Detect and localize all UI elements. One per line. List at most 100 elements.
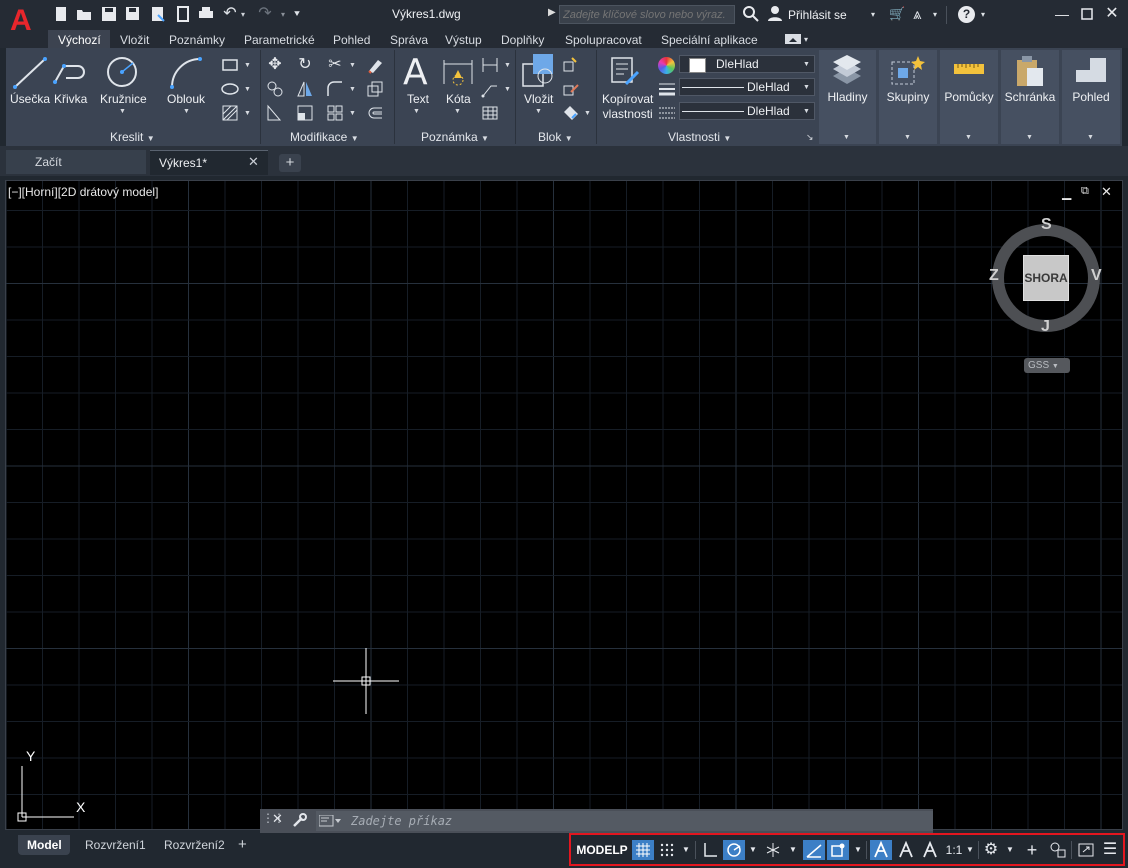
tab-parametric[interactable]: Parametrické bbox=[244, 32, 315, 48]
trim-icon[interactable]: ✂ bbox=[326, 56, 344, 74]
move-icon[interactable]: ✥ bbox=[266, 56, 284, 74]
undo-dropdown-icon[interactable]: ▾ bbox=[241, 10, 245, 19]
layout-tab-layout2[interactable]: Rozvržení2 bbox=[164, 836, 225, 854]
tab-output[interactable]: Výstup bbox=[445, 32, 482, 48]
explode-icon[interactable] bbox=[366, 80, 384, 98]
share-icon[interactable] bbox=[175, 6, 191, 22]
close-window-icon[interactable]: ✕ bbox=[1103, 5, 1121, 23]
annotation-panel-title[interactable]: Poznámka ▼ bbox=[421, 130, 489, 144]
polyline-button[interactable]: Křivka bbox=[54, 92, 87, 106]
create-block-icon[interactable] bbox=[562, 56, 580, 74]
add-layout-icon[interactable]: + bbox=[238, 836, 247, 853]
insert-block-icon[interactable] bbox=[521, 52, 557, 93]
ellipse-dropdown-icon[interactable]: ▼ bbox=[244, 86, 251, 93]
annotation-panel-expand-icon[interactable]: ▼ bbox=[481, 134, 489, 143]
line-icon[interactable] bbox=[12, 56, 48, 93]
text-button[interactable]: Text bbox=[407, 92, 429, 106]
table-icon[interactable] bbox=[481, 104, 499, 122]
block-panel-expand-icon[interactable]: ▼ bbox=[565, 134, 573, 143]
viewport-restore-icon[interactable]: ⧉ bbox=[1081, 185, 1089, 198]
file-tab-start[interactable]: Začít bbox=[6, 150, 146, 174]
circle-button[interactable]: Kružnice bbox=[100, 92, 147, 106]
circle-dropdown-icon[interactable]: ▼ bbox=[119, 108, 126, 115]
block-panel-title[interactable]: Blok ▼ bbox=[538, 130, 573, 144]
copy-icon[interactable] bbox=[266, 80, 284, 98]
view-dropdown-icon[interactable]: ▼ bbox=[1087, 134, 1094, 141]
ucs-menu[interactable]: GSS ▼ bbox=[1024, 358, 1070, 373]
hatch-dropdown-icon[interactable]: ▼ bbox=[244, 110, 251, 117]
match-properties-button[interactable]: Kopírovat vlastnosti bbox=[602, 92, 653, 122]
tab-annotate[interactable]: Poznámky bbox=[169, 32, 225, 48]
publish-icon[interactable] bbox=[150, 6, 166, 22]
save-as-icon[interactable] bbox=[125, 6, 141, 22]
array-icon[interactable] bbox=[326, 104, 344, 122]
command-line-close-icon[interactable]: ✕ bbox=[272, 811, 283, 827]
mirror-icon[interactable] bbox=[296, 80, 314, 98]
linear-dimension-icon[interactable] bbox=[481, 56, 499, 74]
ellipse-icon[interactable] bbox=[221, 80, 239, 98]
trim-dropdown-icon[interactable]: ▼ bbox=[349, 62, 356, 69]
properties-panel-title[interactable]: Vlastnosti ▼ bbox=[668, 130, 731, 144]
search-input[interactable] bbox=[559, 5, 735, 24]
signin-dropdown-icon[interactable]: ▾ bbox=[871, 10, 875, 19]
tab-insert[interactable]: Vložit bbox=[120, 32, 149, 48]
groups-button[interactable]: Skupiny ▼ bbox=[879, 50, 937, 144]
dimension-dropdown-icon[interactable]: ▼ bbox=[454, 108, 461, 115]
leader-icon[interactable] bbox=[481, 80, 499, 98]
hatch-icon[interactable] bbox=[221, 104, 239, 122]
viewport-close-icon[interactable]: ✕ bbox=[1101, 184, 1112, 200]
tab-home[interactable]: Výchozí bbox=[58, 32, 101, 48]
insert-block-dropdown-icon[interactable]: ▼ bbox=[535, 108, 542, 115]
fillet-dropdown-icon[interactable]: ▼ bbox=[349, 86, 356, 93]
print-icon[interactable] bbox=[198, 6, 214, 22]
command-input[interactable]: Zadejte příkaz bbox=[316, 811, 933, 831]
minimize-icon[interactable]: — bbox=[1053, 5, 1071, 23]
autodesk-app-store-icon[interactable]: ⩓ bbox=[913, 6, 921, 23]
modify-panel-title[interactable]: Modifikace ▼ bbox=[290, 130, 359, 144]
line-button[interactable]: Úsečka bbox=[10, 92, 50, 106]
clipboard-button[interactable]: Schránka ▼ bbox=[1001, 50, 1059, 144]
close-tab-icon[interactable]: ✕ bbox=[248, 154, 259, 170]
properties-dialog-launcher-icon[interactable]: ↘ bbox=[806, 132, 814, 143]
rectangle-icon[interactable] bbox=[221, 56, 239, 74]
utilities-dropdown-icon[interactable]: ▼ bbox=[965, 134, 972, 141]
undo-icon[interactable]: ↶ bbox=[222, 6, 238, 22]
rotate-icon[interactable]: ↻ bbox=[296, 56, 314, 74]
redo-icon[interactable]: ↷ bbox=[257, 6, 273, 22]
dimension-icon[interactable] bbox=[441, 56, 475, 91]
properties-panel-expand-icon[interactable]: ▼ bbox=[723, 134, 731, 143]
arc-dropdown-icon[interactable]: ▼ bbox=[183, 108, 190, 115]
tab-view[interactable]: Pohled bbox=[333, 32, 370, 48]
clipboard-dropdown-icon[interactable]: ▼ bbox=[1026, 134, 1033, 141]
polyline-icon[interactable] bbox=[52, 58, 88, 91]
leader-dropdown-icon[interactable]: ▼ bbox=[504, 86, 511, 93]
stretch-icon[interactable] bbox=[266, 104, 284, 122]
offset-icon[interactable] bbox=[366, 104, 384, 122]
open-file-icon[interactable] bbox=[76, 6, 92, 22]
customize-qat-icon[interactable]: ⯆ bbox=[293, 9, 301, 20]
viewcube-face-top[interactable]: SHORA bbox=[1023, 255, 1069, 301]
modify-panel-expand-icon[interactable]: ▼ bbox=[351, 134, 359, 143]
user-icon[interactable] bbox=[767, 5, 783, 21]
text-icon[interactable]: A bbox=[403, 52, 428, 93]
search-icon[interactable] bbox=[742, 5, 760, 23]
linetype-dropdown-icon[interactable]: ▼ bbox=[803, 108, 810, 115]
layout-tab-model[interactable]: Model bbox=[27, 836, 62, 854]
cart-icon[interactable]: 🛒 bbox=[889, 6, 905, 22]
search-expand-icon[interactable]: ▶ bbox=[548, 7, 556, 18]
tab-manage[interactable]: Správa bbox=[390, 32, 428, 48]
help-dropdown-icon[interactable]: ▾ bbox=[981, 10, 985, 19]
command-history-icon[interactable] bbox=[318, 814, 341, 830]
edit-attributes-dropdown-icon[interactable]: ▼ bbox=[584, 110, 591, 117]
ribbon-minimize-dropdown-icon[interactable]: ▾ bbox=[804, 35, 808, 44]
redo-dropdown-icon[interactable]: ▾ bbox=[281, 10, 285, 19]
match-properties-icon[interactable] bbox=[610, 54, 642, 91]
ribbon-minimize-icon[interactable] bbox=[785, 34, 801, 44]
viewport-minimize-icon[interactable]: ▁ bbox=[1062, 186, 1071, 200]
text-dropdown-icon[interactable]: ▼ bbox=[413, 108, 420, 115]
dimension-button[interactable]: Kóta bbox=[446, 92, 471, 106]
circle-icon[interactable] bbox=[105, 55, 139, 92]
rectangle-dropdown-icon[interactable]: ▼ bbox=[244, 62, 251, 69]
scale-icon[interactable] bbox=[296, 104, 314, 122]
fillet-icon[interactable] bbox=[326, 80, 344, 98]
